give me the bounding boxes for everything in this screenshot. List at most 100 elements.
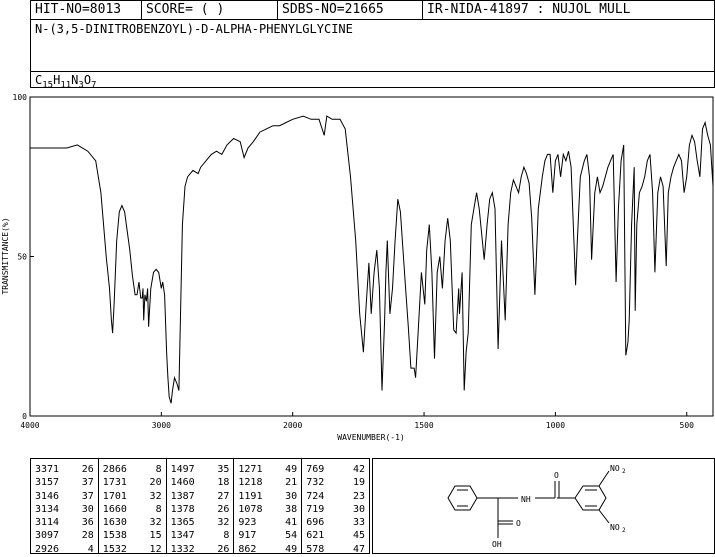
peak-transmittance: 28	[81, 530, 94, 542]
peak-transmittance: 12	[149, 543, 162, 555]
peak-transmittance: 38	[285, 503, 298, 515]
peak-transmittance: 26	[217, 543, 230, 555]
peak-row: 1271 49	[234, 463, 301, 476]
peak-transmittance: 35	[217, 464, 230, 475]
y-tick-label: 50	[17, 253, 27, 262]
peak-transmittance: 37	[81, 490, 94, 502]
bond	[598, 509, 610, 524]
y-tick-label: 100	[13, 93, 28, 102]
x-tick-label: 1500	[414, 421, 433, 430]
peak-row: 1378 26	[167, 503, 234, 516]
peak-transmittance: 19	[352, 477, 365, 489]
peak-wavenumber: 3157	[35, 477, 60, 489]
peak-wavenumber: 1078	[238, 503, 263, 515]
peak-transmittance: 21	[285, 477, 298, 489]
peak-row: 2926 4	[31, 543, 98, 556]
peak-row: 1387 27	[167, 490, 234, 503]
peak-wavenumber: 719	[306, 503, 325, 515]
peak-transmittance: 42	[352, 464, 365, 475]
peak-wavenumber: 1347	[170, 530, 195, 542]
peak-row: 862 49	[234, 543, 301, 556]
peak-row: 1347 8	[167, 529, 234, 542]
peak-wavenumber: 724	[306, 490, 325, 502]
peak-wavenumber: 1630	[102, 517, 127, 529]
nitro-bottom-label: NO	[610, 523, 620, 532]
peak-column: 1497 35 1460 18 1387 27 1378 26 1365 32 1347 8 1332 2…	[167, 459, 235, 556]
peak-column: 2866 8 1731 20 1701 32 1660 8 1630 32 1538 15 1532 12	[99, 459, 167, 555]
peak-wavenumber: 696	[306, 517, 325, 529]
peak-wavenumber: 2926	[35, 543, 60, 555]
peak-row: 696 33	[302, 516, 369, 529]
peak-transmittance: 54	[285, 530, 298, 542]
peak-wavenumber: 769	[306, 464, 325, 475]
peak-column: 1271 49 1218 21 1191 30 1078 38 923 41 917 54 862 49	[234, 459, 303, 556]
peak-wavenumber: 917	[238, 530, 257, 542]
peak-transmittance: 23	[352, 490, 365, 502]
peak-row: 769 42	[302, 463, 369, 476]
peak-wavenumber: 1538	[102, 530, 127, 542]
peak-wavenumber: 1387	[170, 490, 195, 502]
peak-transmittance: 8	[223, 530, 230, 542]
peak-transmittance: 49	[285, 543, 298, 555]
molecular-structure: NH O NO 2 NO 2 O OH	[447, 464, 626, 549]
peak-row: 3157 37	[31, 476, 98, 489]
peak-transmittance: 36	[81, 517, 94, 529]
peak-row: 621 45	[302, 529, 369, 542]
peak-wavenumber: 621	[306, 530, 325, 542]
peak-wavenumber: 1731	[102, 477, 127, 489]
peak-row: 724 23	[302, 490, 369, 503]
nh-label: NH	[521, 495, 531, 504]
x-tick-label: 2000	[283, 421, 302, 430]
peak-wavenumber: 1365	[170, 517, 195, 529]
peak-transmittance: 45	[352, 530, 365, 542]
peak-row: 578 47	[302, 543, 369, 556]
peak-table: 3371 26 3157 37 3146 37 3134 30 3114 36 3097 28 2926…	[30, 458, 370, 556]
peak-transmittance: 49	[285, 464, 298, 475]
peak-transmittance: 32	[149, 490, 162, 502]
peak-row: 719 30	[302, 503, 369, 516]
x-tick-label: 1000	[546, 421, 565, 430]
peak-row: 1191 30	[234, 490, 301, 503]
peak-row: 1660 8	[99, 503, 166, 516]
nitro-top-subscript: 2	[622, 468, 626, 475]
peak-wavenumber: 3114	[35, 517, 60, 529]
peak-wavenumber: 862	[238, 543, 257, 555]
peak-wavenumber: 1191	[238, 490, 263, 502]
molecular-formula: C15H11N3O7	[31, 71, 714, 90]
peak-row: 1078 38	[234, 503, 301, 516]
peak-transmittance: 26	[217, 503, 230, 515]
peak-row: 1332 26	[167, 543, 234, 556]
peak-transmittance: 30	[352, 503, 365, 515]
structure-panel: NH O NO 2 NO 2 O OH	[372, 458, 715, 554]
peak-row: 1701 32	[99, 490, 166, 503]
peak-row: 923 41	[234, 516, 301, 529]
hydroxyl-label: OH	[492, 540, 502, 549]
nitro-bottom-subscript: 2	[622, 527, 626, 534]
peak-transmittance: 15	[149, 530, 162, 542]
peak-wavenumber: 3146	[35, 490, 60, 502]
peak-wavenumber: 2866	[102, 464, 127, 475]
peak-wavenumber: 923	[238, 517, 257, 529]
bond	[598, 470, 610, 487]
peak-transmittance: 18	[217, 477, 230, 489]
peak-transmittance: 30	[285, 490, 298, 502]
axis-ticks: 4000 3000 2000 1500 1000 500 0 50 100	[13, 93, 695, 430]
x-tick-label: 4000	[20, 421, 39, 430]
header-panel: HIT-NO=8013 SCORE= ( ) SDBS-NO=21665 IR-…	[30, 0, 715, 90]
peak-row: 1497 35	[167, 463, 234, 476]
compound-name-text: N-(3,5-DINITROBENZOYL)-D-ALPHA-PHENYLGLY…	[35, 22, 353, 36]
peak-wavenumber: 1218	[238, 477, 263, 489]
compound-name: N-(3,5-DINITROBENZOYL)-D-ALPHA-PHENYLGLY…	[31, 19, 714, 71]
peak-row: 1460 18	[167, 476, 234, 489]
peak-transmittance: 26	[81, 464, 94, 475]
hit-number: HIT-NO=8013	[31, 1, 142, 19]
ir-spectrum-label: IR-NIDA-41897 : NUJOL MULL	[427, 2, 631, 17]
peak-wavenumber: 1497	[170, 464, 195, 475]
peak-wavenumber: 3097	[35, 530, 60, 542]
peak-wavenumber: 732	[306, 477, 325, 489]
peak-row: 3114 36	[31, 516, 98, 529]
peak-transmittance: 32	[217, 517, 230, 529]
peak-column: 769 42 732 19 724 23 719 30 696 33 621 45 578 47	[302, 459, 369, 556]
peak-row: 2866 8	[99, 463, 166, 476]
peak-transmittance: 8	[155, 503, 162, 515]
